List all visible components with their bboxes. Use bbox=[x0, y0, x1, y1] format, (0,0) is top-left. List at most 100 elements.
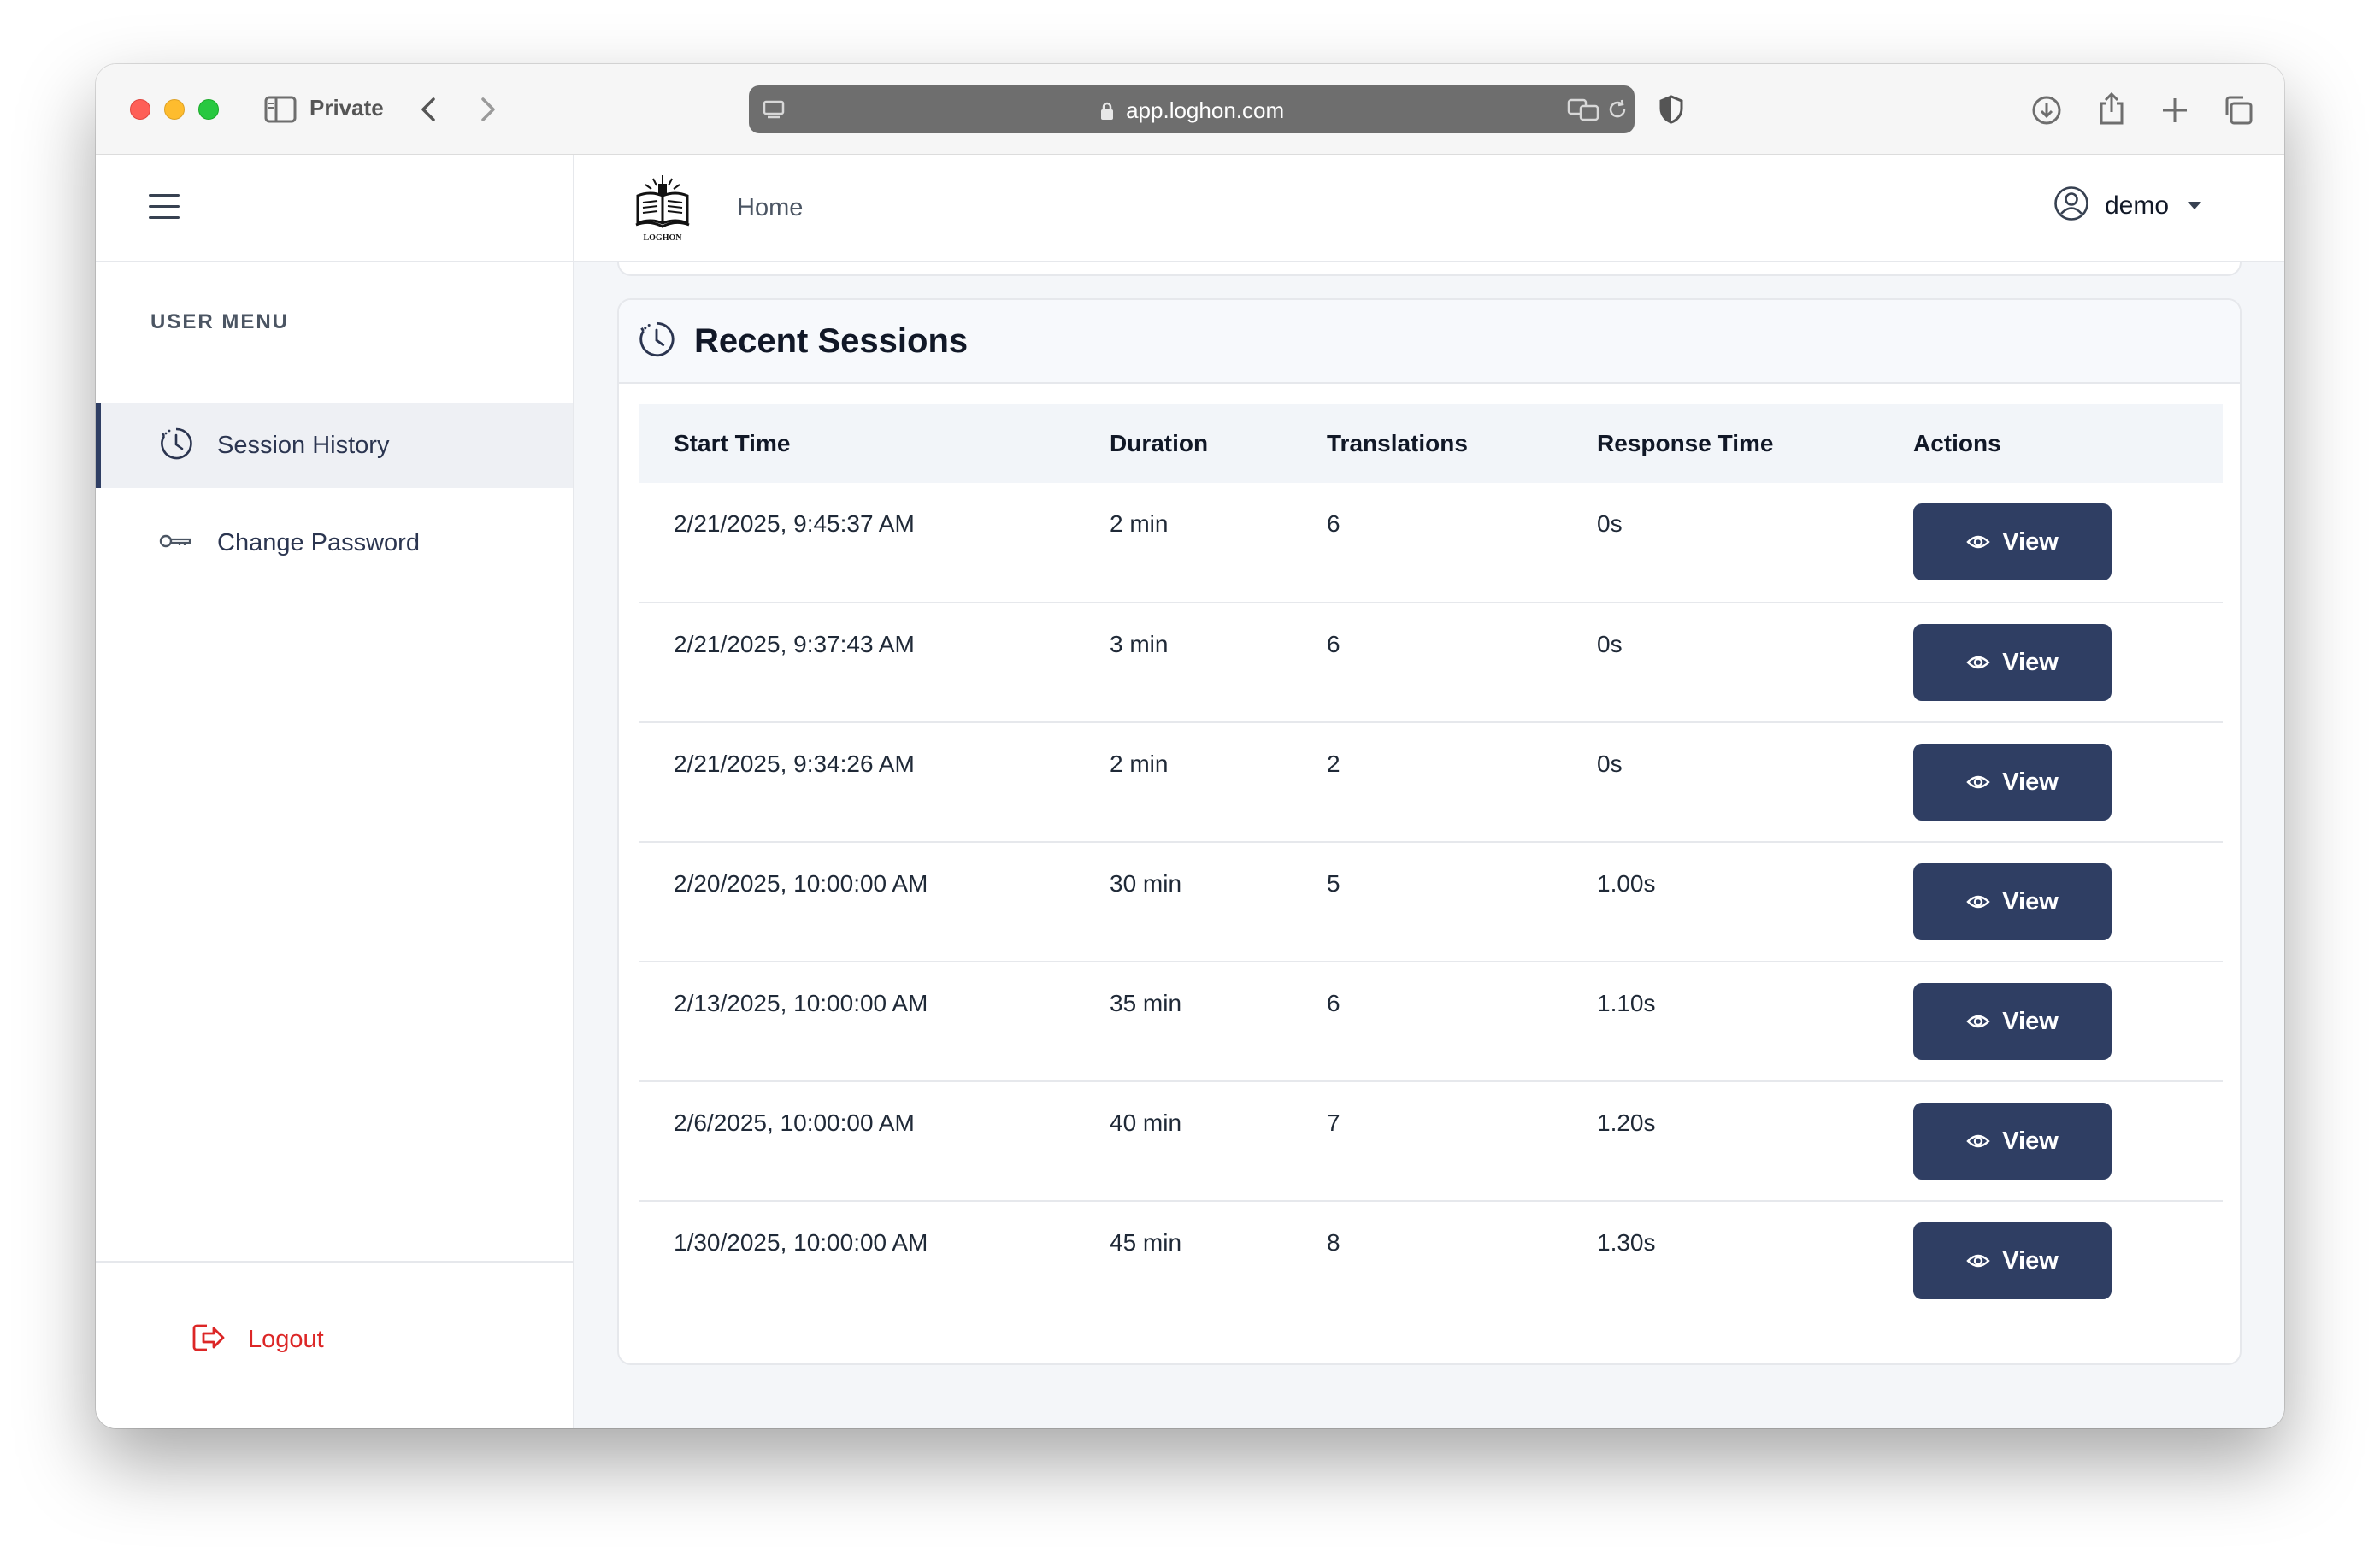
response-time-cell: 1.30s bbox=[1597, 1229, 1656, 1256]
translations-cell: 8 bbox=[1327, 1229, 1340, 1256]
maximize-window-button[interactable] bbox=[198, 99, 219, 120]
response-time-cell: 0s bbox=[1597, 631, 1623, 657]
duration-cell: 3 min bbox=[1110, 631, 1169, 657]
forward-icon[interactable] bbox=[475, 93, 501, 126]
app: USER MENU Session History Change Passwor… bbox=[96, 155, 2284, 1428]
table-row: 2/21/2025, 9:37:43 AM 3 min 6 0s View bbox=[639, 603, 2223, 722]
view-button-label: View bbox=[2002, 527, 2059, 556]
view-button-label: View bbox=[2002, 1007, 2059, 1035]
sidebar-item-label: Change Password bbox=[217, 528, 420, 556]
table-body: 2/21/2025, 9:45:37 AM 2 min 6 0s View 2/21/20… bbox=[639, 483, 2223, 1321]
start-time-cell: 2/21/2025, 9:34:26 AM bbox=[674, 751, 915, 777]
response-time-cell: 0s bbox=[1597, 751, 1623, 777]
main-content: LOGHON Home demo Recent Sessions Start T… bbox=[574, 155, 2284, 1428]
eye-icon bbox=[1966, 535, 1990, 549]
actions-cell: View bbox=[1879, 1081, 2223, 1201]
home-link[interactable]: Home bbox=[737, 194, 803, 222]
logout-icon bbox=[191, 1322, 226, 1357]
tab-overview-icon[interactable] bbox=[2221, 93, 2255, 127]
card-header: Recent Sessions bbox=[619, 300, 2240, 384]
actions-cell: View bbox=[1879, 483, 2223, 603]
view-button-label: View bbox=[2002, 768, 2059, 796]
translate-icon[interactable] bbox=[1566, 96, 1600, 123]
table-row: 2/13/2025, 10:00:00 AM 35 min 6 1.10s View bbox=[639, 962, 2223, 1081]
start-time-cell: 1/30/2025, 10:00:00 AM bbox=[674, 1229, 928, 1256]
translations-cell: 6 bbox=[1327, 510, 1340, 537]
user-menu-dropdown[interactable]: demo bbox=[2053, 185, 2202, 226]
sidebar-footer: Logout bbox=[96, 1261, 573, 1428]
share-icon[interactable] bbox=[2094, 90, 2129, 127]
translations-cell: 6 bbox=[1327, 990, 1340, 1016]
sidebar-item-label: Session History bbox=[217, 431, 390, 459]
sidebar-header bbox=[96, 155, 573, 262]
view-button-label: View bbox=[2002, 648, 2059, 676]
table-row: 1/30/2025, 10:00:00 AM 45 min 8 1.30s View bbox=[639, 1201, 2223, 1321]
loghon-logo[interactable]: LOGHON bbox=[634, 172, 691, 244]
private-label: Private bbox=[309, 95, 384, 121]
eye-icon bbox=[1966, 1015, 1990, 1028]
translations-cell: 6 bbox=[1327, 631, 1340, 657]
sessions-table: Start Time Duration Translations Respons… bbox=[639, 404, 2223, 1321]
address-bar[interactable]: app.loghon.com bbox=[749, 85, 1635, 133]
browser-window: Private app.loghon.com USER MENU Session… bbox=[96, 64, 2284, 1428]
actions-cell: View bbox=[1879, 962, 2223, 1081]
eye-icon bbox=[1966, 775, 1990, 789]
view-session-button[interactable]: View bbox=[1913, 744, 2112, 821]
sidebar-toggle-icon[interactable] bbox=[263, 95, 298, 124]
hamburger-menu-icon[interactable] bbox=[149, 194, 180, 221]
response-time-cell: 1.00s bbox=[1597, 870, 1656, 897]
minimize-window-button[interactable] bbox=[164, 99, 185, 120]
chevron-down-icon bbox=[2188, 202, 2202, 209]
sidebar-item-session-history[interactable]: Session History bbox=[96, 403, 573, 488]
translations-cell: 5 bbox=[1327, 870, 1340, 897]
logo-text: LOGHON bbox=[643, 233, 682, 243]
previous-card-edge bbox=[617, 262, 2242, 276]
view-session-button[interactable]: View bbox=[1913, 624, 2112, 701]
view-button-label: View bbox=[2002, 887, 2059, 915]
sidebar-item-change-password[interactable]: Change Password bbox=[96, 500, 573, 586]
view-session-button[interactable]: View bbox=[1913, 863, 2112, 940]
user-name: demo bbox=[2105, 191, 2170, 220]
actions-cell: View bbox=[1879, 722, 2223, 842]
column-header-start-time: Start Time bbox=[674, 430, 791, 456]
clock-icon bbox=[638, 321, 675, 362]
user-avatar-icon bbox=[2053, 185, 2089, 226]
new-tab-icon[interactable] bbox=[2158, 93, 2192, 127]
back-icon[interactable] bbox=[415, 93, 441, 126]
translations-cell: 7 bbox=[1327, 1110, 1340, 1136]
close-window-button[interactable] bbox=[130, 99, 150, 120]
view-session-button[interactable]: View bbox=[1913, 503, 2112, 580]
column-header-response-time: Response Time bbox=[1597, 430, 1774, 456]
key-icon bbox=[159, 531, 193, 556]
start-time-cell: 2/21/2025, 9:37:43 AM bbox=[674, 631, 915, 657]
eye-icon bbox=[1966, 1134, 1990, 1148]
translations-cell: 2 bbox=[1327, 751, 1340, 777]
response-time-cell: 1.20s bbox=[1597, 1110, 1656, 1136]
duration-cell: 30 min bbox=[1110, 870, 1182, 897]
duration-cell: 45 min bbox=[1110, 1229, 1182, 1256]
view-session-button[interactable]: View bbox=[1913, 983, 2112, 1060]
table-row: 2/20/2025, 10:00:00 AM 30 min 5 1.00s View bbox=[639, 842, 2223, 962]
lock-icon bbox=[1099, 97, 1126, 123]
duration-cell: 35 min bbox=[1110, 990, 1182, 1016]
browser-toolbar: Private app.loghon.com bbox=[96, 64, 2284, 155]
start-time-cell: 2/20/2025, 10:00:00 AM bbox=[674, 870, 928, 897]
eye-icon bbox=[1966, 1254, 1990, 1268]
duration-cell: 2 min bbox=[1110, 510, 1169, 537]
view-session-button[interactable]: View bbox=[1913, 1103, 2112, 1180]
start-time-cell: 2/21/2025, 9:45:37 AM bbox=[674, 510, 915, 537]
logout-button[interactable]: Logout bbox=[191, 1322, 324, 1357]
clock-icon bbox=[159, 427, 193, 465]
view-session-button[interactable]: View bbox=[1913, 1222, 2112, 1299]
reload-icon[interactable] bbox=[1604, 96, 1631, 123]
download-icon[interactable] bbox=[2029, 93, 2064, 127]
recent-sessions-card: Recent Sessions Start Time Duration Tran… bbox=[617, 298, 2242, 1365]
url-text: app.loghon.com bbox=[749, 97, 1635, 124]
table-row: 2/6/2025, 10:00:00 AM 40 min 7 1.20s View bbox=[639, 1081, 2223, 1201]
column-header-translations: Translations bbox=[1327, 430, 1468, 456]
shield-icon[interactable] bbox=[1657, 93, 1686, 126]
response-time-cell: 0s bbox=[1597, 510, 1623, 537]
top-navbar: LOGHON Home demo bbox=[574, 155, 2284, 262]
table-header-row: Start Time Duration Translations Respons… bbox=[639, 404, 2223, 483]
column-header-actions: Actions bbox=[1913, 430, 2001, 456]
